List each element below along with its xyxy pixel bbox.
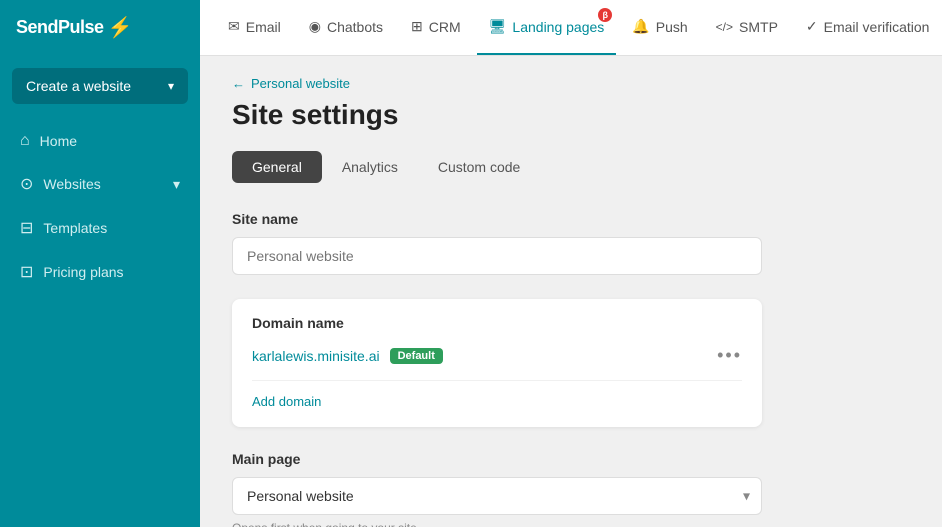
nav-email-verification-label: Email verification — [824, 19, 930, 35]
sidebar: Create a website ▾ ⌂ Home ⊙ Websites ▾ ⊟… — [0, 56, 200, 527]
breadcrumb-arrow-icon: ← — [232, 76, 245, 91]
breadcrumb-link[interactable]: Personal website — [251, 76, 350, 91]
main-page-helper-text: Opens first when going to your site — [232, 521, 910, 527]
sidebar-pricing-label: Pricing plans — [43, 264, 123, 280]
crm-icon: ⊞ — [411, 18, 423, 35]
domain-more-button[interactable]: ••• — [717, 345, 742, 366]
sidebar-item-templates[interactable]: ⊟ Templates — [4, 206, 196, 250]
site-name-section: Site name — [232, 211, 910, 275]
tabs-bar: General Analytics Custom code — [232, 151, 910, 183]
content-area: ← Personal website Site settings General… — [200, 56, 942, 527]
sidebar-websites-label: Websites — [43, 176, 100, 192]
domain-row: karlalewis.minisite.ai Default ••• — [252, 345, 742, 381]
chatbots-icon: ◉ — [309, 18, 321, 35]
domain-label: Domain name — [252, 315, 742, 331]
main-page-label: Main page — [232, 451, 910, 467]
sidebar-templates-label: Templates — [43, 220, 107, 236]
nav-item-chatbots[interactable]: ◉ Chatbots — [297, 0, 395, 55]
site-name-input[interactable] — [232, 237, 762, 275]
logo-text: SendPulse — [16, 17, 104, 38]
nav-email-label: Email — [246, 19, 281, 35]
main-page-section: Main page Personal website ▾ Opens first… — [232, 451, 910, 527]
domain-url[interactable]: karlalewis.minisite.ai — [252, 348, 380, 364]
page-title: Site settings — [232, 99, 910, 131]
create-button-chevron-icon: ▾ — [168, 79, 174, 93]
websites-icon: ⊙ — [20, 174, 33, 194]
nav-chatbots-label: Chatbots — [327, 19, 383, 35]
main-page-select-wrapper: Personal website ▾ — [232, 477, 762, 515]
home-icon: ⌂ — [20, 132, 30, 150]
nav-push-label: Push — [656, 19, 688, 35]
logo-icon: ⚡ — [108, 15, 133, 40]
nav-item-email[interactable]: ✉ Email — [216, 0, 293, 55]
websites-chevron-icon: ▾ — [173, 176, 180, 193]
nav-item-email-verification[interactable]: ✓ Email verification — [794, 0, 942, 55]
nav-menu: ✉ Email ◉ Chatbots ⊞ CRM 🖥 Landing pages… — [216, 0, 941, 55]
domain-card: Domain name karlalewis.minisite.ai Defau… — [232, 299, 762, 427]
nav-item-push[interactable]: 🔔 Push — [620, 0, 699, 55]
default-badge: Default — [390, 348, 443, 364]
sidebar-home-label: Home — [40, 133, 77, 149]
nav-smtp-label: SMTP — [739, 19, 778, 35]
sidebar-item-websites[interactable]: ⊙ Websites ▾ — [4, 162, 196, 206]
tab-custom-code[interactable]: Custom code — [418, 151, 540, 183]
top-navigation: SendPulse ⚡ ✉ Email ◉ Chatbots ⊞ CRM 🖥 L… — [0, 0, 942, 56]
add-domain-link[interactable]: Add domain — [252, 394, 321, 409]
push-icon: 🔔 — [632, 18, 649, 35]
nav-crm-label: CRM — [429, 19, 461, 35]
create-button-label: Create a website — [26, 78, 131, 94]
sidebar-item-pricing-plans[interactable]: ⊡ Pricing plans — [4, 250, 196, 294]
nav-item-crm[interactable]: ⊞ CRM — [399, 0, 473, 55]
logo[interactable]: SendPulse ⚡ — [0, 0, 200, 56]
nav-landing-label: Landing pages — [512, 19, 604, 35]
email-verification-icon: ✓ — [806, 18, 818, 35]
smtp-icon: </> — [716, 20, 733, 34]
landing-pages-icon: 🖥 — [489, 18, 507, 35]
nav-item-landing-pages[interactable]: 🖥 Landing pages β — [477, 0, 617, 55]
tab-general[interactable]: General — [232, 151, 322, 183]
nav-item-smtp[interactable]: </> SMTP — [704, 0, 790, 55]
beta-badge: β — [598, 8, 612, 22]
templates-icon: ⊟ — [20, 218, 33, 238]
email-icon: ✉ — [228, 18, 240, 35]
create-website-button[interactable]: Create a website ▾ — [12, 68, 188, 104]
breadcrumb: ← Personal website — [232, 76, 910, 91]
tab-analytics[interactable]: Analytics — [322, 151, 418, 183]
site-name-label: Site name — [232, 211, 910, 227]
pricing-plans-icon: ⊡ — [20, 262, 33, 282]
sidebar-item-home[interactable]: ⌂ Home — [4, 120, 196, 162]
main-page-select[interactable]: Personal website — [232, 477, 762, 515]
